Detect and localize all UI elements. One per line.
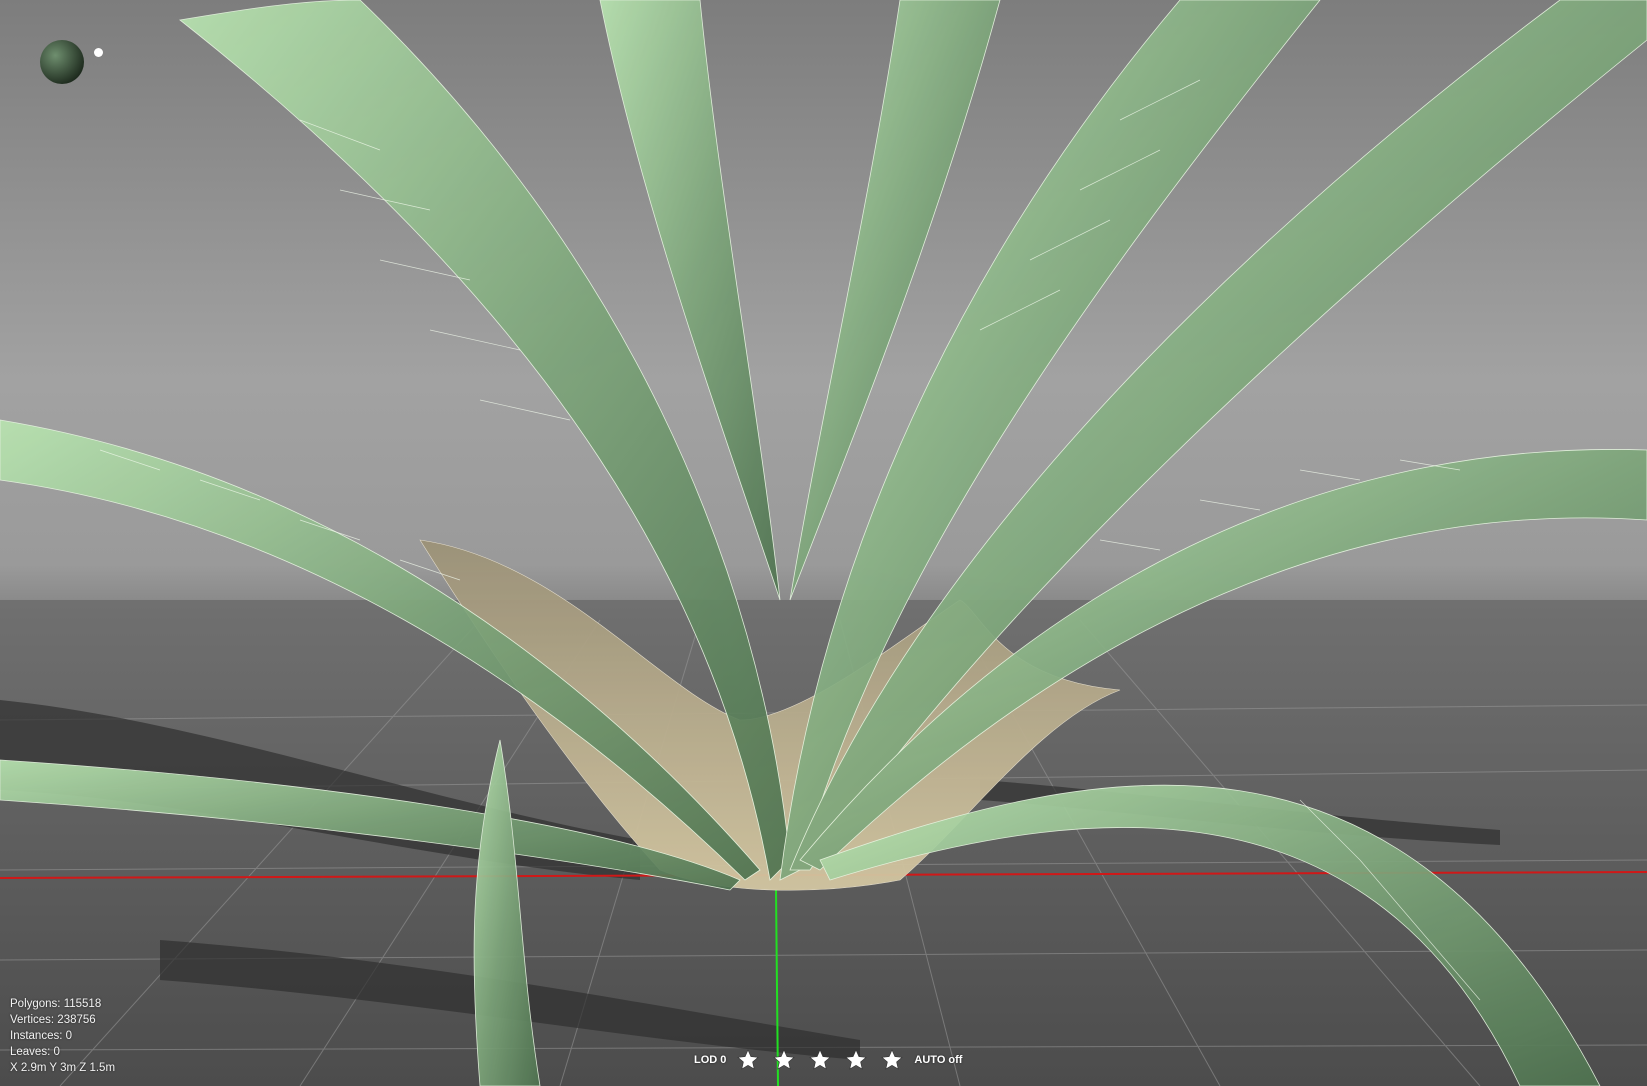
star-icon[interactable] (844, 1048, 868, 1072)
star-icon[interactable] (808, 1048, 832, 1072)
polygons-count: Polygons: 115518 (10, 998, 102, 1010)
instances-count: Instances: 0 (10, 1030, 73, 1042)
lod-toolbar: LOD 0 AUTO off (694, 1046, 962, 1074)
star-icon[interactable] (880, 1048, 904, 1072)
model-dimensions: X 2.9m Y 3m Z 1.5m (10, 1062, 116, 1074)
star-icon[interactable] (772, 1048, 796, 1072)
vertices-count: Vertices: 238756 (10, 1014, 96, 1026)
light-direction-icon[interactable] (94, 48, 103, 57)
navigation-gizmo-button[interactable] (40, 40, 84, 84)
3d-viewport[interactable]: Polygons: 115518 Vertices: 238756 Instan… (0, 0, 1647, 1086)
leaves-count: Leaves: 0 (10, 1046, 60, 1058)
lod-label[interactable]: LOD 0 (694, 1054, 726, 1066)
auto-lod-toggle[interactable]: AUTO off (914, 1054, 962, 1066)
lod-star-selector (736, 1048, 904, 1072)
star-icon[interactable] (736, 1048, 760, 1072)
fern-model-scene[interactable] (0, 0, 1647, 1086)
model-stats-panel: Polygons: 115518 Vertices: 238756 Instan… (10, 996, 115, 1076)
